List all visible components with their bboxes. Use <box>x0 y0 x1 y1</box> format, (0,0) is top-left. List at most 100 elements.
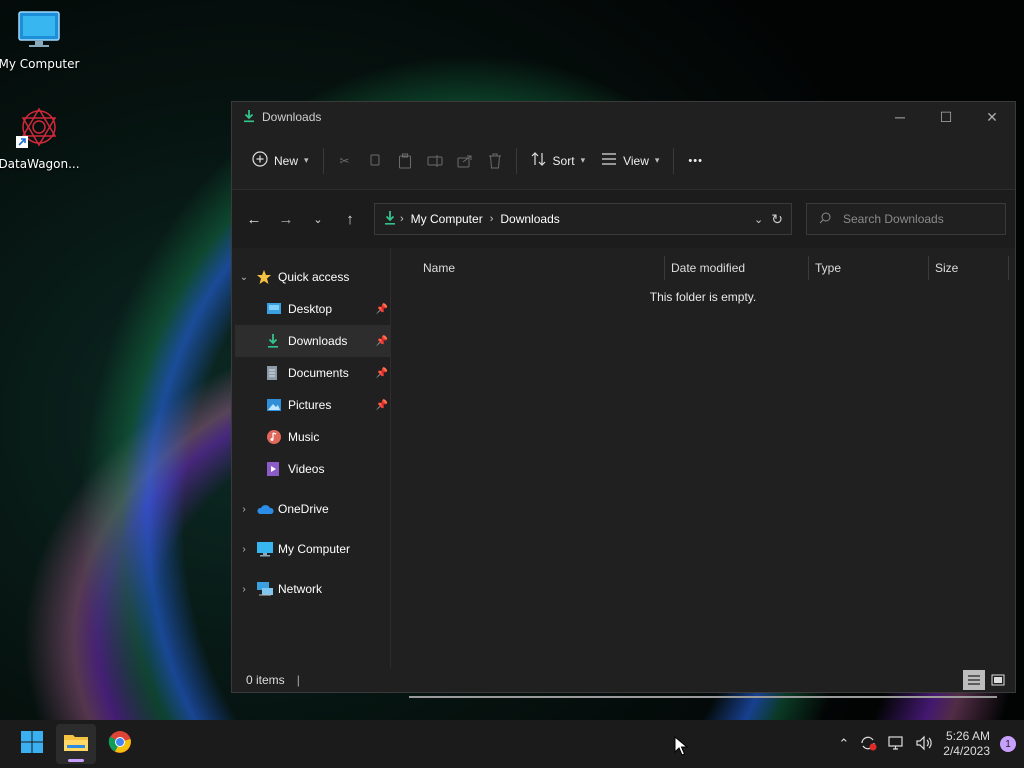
command-bar: New ▾ ✂ Sort ▾ View ▾ ••• <box>232 132 1015 190</box>
column-header-date-modified[interactable]: Date modified <box>665 256 809 280</box>
sidebar-item-network[interactable]: › Network <box>232 573 390 605</box>
toolbar-separator <box>673 147 675 174</box>
chevron-down-icon[interactable]: ⌄ <box>232 272 256 283</box>
horizontal-scrollbar[interactable] <box>409 696 997 698</box>
desktop-folder-icon <box>266 302 288 316</box>
column-header-name[interactable]: Name <box>391 256 665 280</box>
back-arrow-icon[interactable]: ← <box>238 203 270 235</box>
mouse-cursor-icon <box>674 735 689 760</box>
sidebar-item-label: Music <box>288 430 320 444</box>
sync-alert-icon[interactable] <box>859 735 877 754</box>
new-button[interactable]: New ▾ <box>244 145 317 177</box>
sidebar-item-onedrive[interactable]: › OneDrive <box>232 493 390 525</box>
sidebar-item-label: OneDrive <box>278 502 329 516</box>
folder-icon <box>63 731 89 758</box>
chevron-down-icon: ▾ <box>580 155 586 165</box>
clock[interactable]: 5:26 AM 2/4/2023 <box>943 729 990 759</box>
plus-circle-icon <box>252 151 268 170</box>
onedrive-cloud-icon <box>256 503 278 515</box>
address-bar[interactable]: › My Computer › Downloads ⌄ ↻ <box>374 203 792 235</box>
chevron-down-icon: ▾ <box>304 155 309 165</box>
sidebar-item-pictures[interactable]: Pictures 📌 <box>232 389 390 421</box>
pictures-icon <box>266 398 288 412</box>
sidebar-item-my-computer[interactable]: › My Computer <box>232 533 390 565</box>
rename-icon[interactable] <box>420 145 450 177</box>
volume-icon[interactable] <box>915 735 933 754</box>
forward-arrow-icon[interactable]: → <box>270 203 302 235</box>
sidebar-item-label: Network <box>278 582 323 596</box>
download-icon <box>242 109 256 126</box>
address-dropdown-icon[interactable]: ⌄ <box>754 213 763 226</box>
sidebar-item-quick-access[interactable]: ⌄ Quick access <box>232 261 390 293</box>
sidebar-item-desktop[interactable]: Desktop 📌 <box>232 293 390 325</box>
chevron-right-icon[interactable]: › <box>232 584 256 595</box>
sidebar-item-label: Videos <box>288 462 325 476</box>
desktop-icon-my-computer[interactable]: My Computer <box>0 10 81 71</box>
search-input[interactable] <box>841 211 995 227</box>
pin-icon[interactable]: 📌 <box>376 336 388 347</box>
more-options-button[interactable]: ••• <box>680 145 711 177</box>
recent-locations-chevron-icon[interactable]: ⌄ <box>302 203 334 235</box>
title-bar[interactable]: Downloads ─ ☐ ✕ <box>232 102 1015 132</box>
search-icon <box>819 212 831 227</box>
sidebar-item-label: Desktop <box>288 302 333 316</box>
sidebar-item-label: Documents <box>288 366 349 380</box>
desktop-icon-label: My Computer <box>0 57 80 71</box>
show-hidden-icons-chevron-icon[interactable]: ⌃ <box>838 736 849 752</box>
sidebar-item-downloads[interactable]: Downloads 📌 <box>235 325 390 357</box>
refresh-icon[interactable]: ↻ <box>771 211 783 228</box>
search-box[interactable] <box>806 203 1006 235</box>
chevron-right-icon[interactable]: › <box>232 544 256 555</box>
details-view-icon[interactable] <box>963 670 985 690</box>
network-icon <box>256 581 278 597</box>
download-icon <box>383 210 397 229</box>
view-button[interactable]: View ▾ <box>593 145 667 177</box>
up-arrow-icon[interactable]: ↑ <box>334 203 366 235</box>
taskbar-file-explorer[interactable] <box>56 724 96 764</box>
sort-icon <box>531 152 547 169</box>
star-icon <box>256 269 278 285</box>
taskbar: ⌃ 5:26 AM 2/4/2023 1 <box>0 720 1024 768</box>
monitor-icon <box>256 541 278 557</box>
notification-badge[interactable]: 1 <box>1000 736 1016 752</box>
copy-icon[interactable] <box>360 145 390 177</box>
breadcrumb-my-computer[interactable]: My Computer <box>411 212 483 226</box>
column-header-size[interactable]: Size <box>929 256 1009 280</box>
paste-icon[interactable] <box>390 145 420 177</box>
desktop-icon-label: DataWagon... <box>0 157 80 171</box>
clock-date: 2/4/2023 <box>943 744 990 758</box>
music-icon <box>266 429 288 445</box>
pin-icon[interactable]: 📌 <box>376 400 388 411</box>
sidebar-item-music[interactable]: Music <box>232 421 390 453</box>
sidebar-item-videos[interactable]: Videos <box>232 453 390 485</box>
maximize-button[interactable]: ☐ <box>923 102 969 132</box>
close-button[interactable]: ✕ <box>969 102 1015 132</box>
pin-icon[interactable]: 📌 <box>376 304 388 315</box>
breadcrumb-downloads[interactable]: Downloads <box>500 212 559 226</box>
chevron-right-icon[interactable]: › <box>232 504 256 515</box>
minimize-button[interactable]: ─ <box>877 102 923 132</box>
sidebar-item-documents[interactable]: Documents 📌 <box>232 357 390 389</box>
file-list-pane: Name Date modified Type Size This folder… <box>391 248 1015 698</box>
more-options-icon: ••• <box>688 154 703 167</box>
start-button[interactable] <box>12 724 52 764</box>
share-icon[interactable] <box>450 145 480 177</box>
view-list-icon <box>601 153 617 168</box>
datawagon-shortcut-icon <box>0 106 81 153</box>
desktop-icon-datawagon[interactable]: DataWagon... <box>0 106 81 171</box>
monitor-icon <box>0 10 81 53</box>
item-count: 0 items <box>246 673 285 687</box>
delete-icon[interactable] <box>480 145 510 177</box>
column-header-type[interactable]: Type <box>809 256 929 280</box>
sidebar-item-label: My Computer <box>278 542 351 556</box>
network-status-icon[interactable] <box>887 735 905 754</box>
pin-icon[interactable]: 📌 <box>376 368 388 379</box>
sort-label: Sort <box>552 153 575 168</box>
sort-button[interactable]: Sort ▾ <box>523 145 594 177</box>
large-icons-view-icon[interactable] <box>987 670 1009 690</box>
navigation-pane: ⌄ Quick access Desktop 📌 Downloads 📌 Doc… <box>232 248 391 668</box>
taskbar-chrome[interactable] <box>100 724 140 764</box>
documents-icon <box>266 365 288 381</box>
download-icon <box>266 333 288 349</box>
cut-icon[interactable]: ✂ <box>330 145 360 177</box>
